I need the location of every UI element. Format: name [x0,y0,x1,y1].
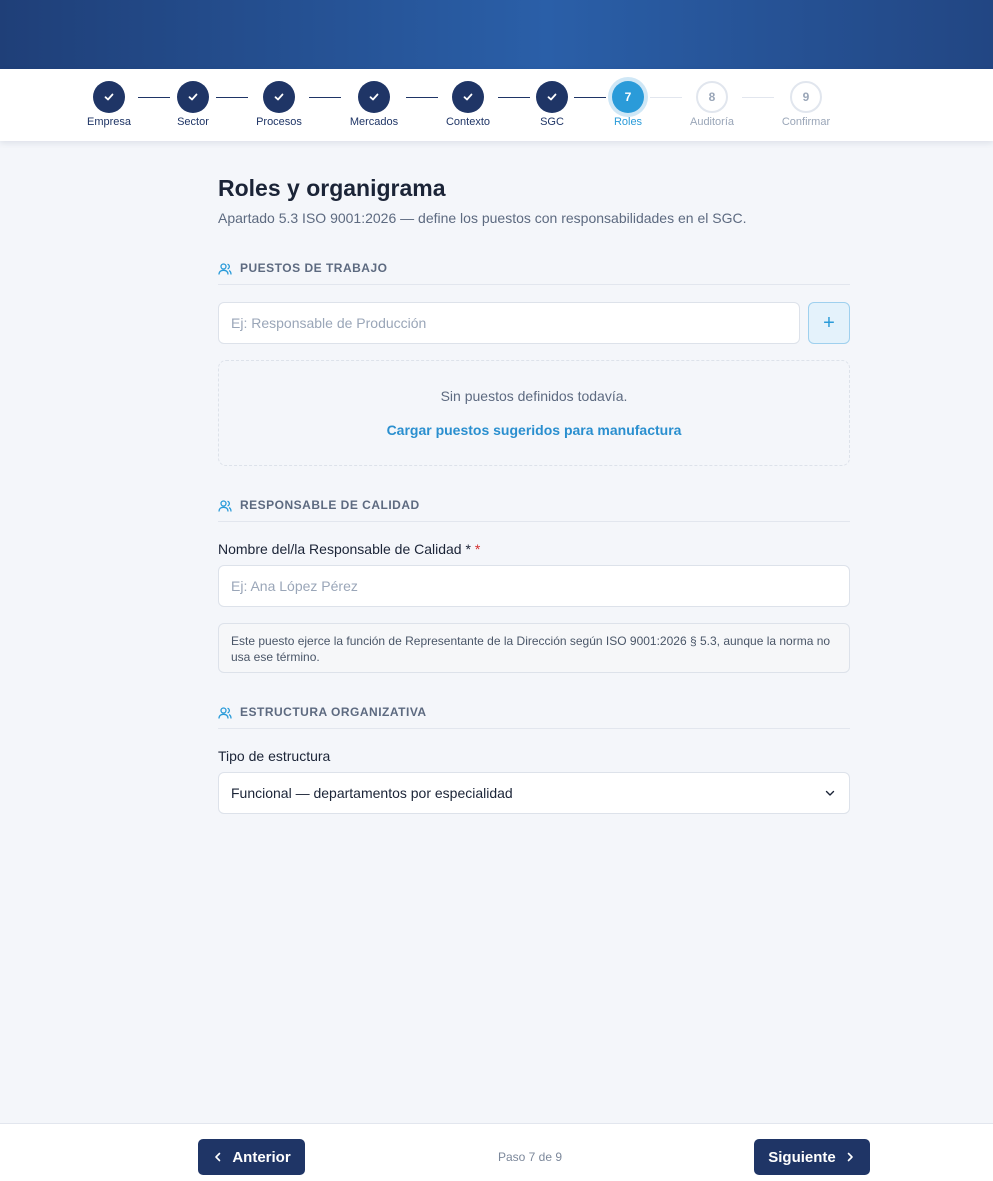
structure-section-header: ESTRUCTURA ORGANIZATIVA [218,705,850,729]
users-icon [218,263,232,275]
step-5-circle[interactable] [452,81,484,113]
check-icon [463,93,473,101]
step-2-circle[interactable] [177,81,209,113]
positions-section-header: PUESTOS DE TRABAJO [218,261,850,285]
users-icon [218,500,232,512]
step-7-label: Roles [613,116,643,128]
top-banner [0,0,993,69]
quality-manager-label-text: Nombre del/la Responsable de Calidad * [218,541,471,557]
step-7-circle[interactable]: 7 [612,81,644,113]
step-connector [309,97,341,98]
wizard-stepper: Empresa Sector Procesos Mercados Context… [0,69,993,141]
quality-section-header: RESPONSABLE DE CALIDAD [218,498,850,522]
positions-section-title: PUESTOS DE TRABAJO [240,261,388,275]
step-counter: Paso 7 de 9 [497,1150,563,1164]
quality-manager-note: Este puesto ejerce la función de Represe… [218,623,850,673]
structure-type-label: Tipo de estructura [218,748,331,764]
step-4-label: Mercados [349,116,399,128]
wizard-footer: Anterior Paso 7 de 9 Siguiente [0,1123,993,1181]
check-icon [188,93,198,101]
chevron-right-icon [847,1152,853,1162]
step-3-circle[interactable] [263,81,295,113]
load-suggested-positions-link[interactable]: Cargar puestos sugeridos para manufactur… [219,422,849,438]
step-connector [574,97,606,98]
check-icon [274,93,284,101]
chevron-down-icon [825,790,835,796]
step-1-label: Empresa [86,116,132,128]
step-8-circle: 8 [696,81,728,113]
previous-button-label: Anterior [232,1148,291,1166]
position-name-input[interactable] [218,302,800,344]
step-5-label: Contexto [445,116,491,128]
step-4-circle[interactable] [358,81,390,113]
quality-manager-input[interactable] [218,565,850,607]
next-button[interactable]: Siguiente [754,1139,870,1175]
step-connector [138,97,170,98]
quality-section-title: RESPONSABLE DE CALIDAD [240,498,420,512]
main-content: Roles y organigrama Apartado 5.3 ISO 900… [218,175,850,814]
quality-manager-label: Nombre del/la Responsable de Calidad * * [218,541,480,557]
step-1-circle[interactable] [93,81,125,113]
check-icon [104,93,114,101]
positions-empty-state: Sin puestos definidos todavía. Cargar pu… [218,360,850,466]
page-title: Roles y organigrama [218,175,446,201]
chevron-left-icon [215,1152,221,1162]
step-connector [650,97,682,98]
empty-state-text: Sin puestos definidos todavía. [440,388,628,404]
next-button-label: Siguiente [768,1148,836,1166]
structure-section-title: ESTRUCTURA ORGANIZATIVA [240,705,427,719]
step-9-circle: 9 [790,81,822,113]
step-connector [742,97,774,98]
step-9-label: Confirmar [781,116,831,128]
page-subtitle: Apartado 5.3 ISO 9001:2026 — define los … [218,210,747,226]
structure-type-value: Funcional — departamentos por especialid… [231,785,513,801]
step-3-label: Procesos [256,116,302,128]
users-icon [218,707,232,719]
step-connector [406,97,438,98]
check-icon [547,93,557,101]
step-2-label: Sector [177,116,209,128]
required-mark: * [474,541,481,557]
step-connector [216,97,248,98]
previous-button[interactable]: Anterior [198,1139,305,1175]
add-position-button[interactable]: + [808,302,850,344]
step-connector [498,97,530,98]
structure-type-select[interactable]: Funcional — departamentos por especialid… [218,772,850,814]
step-6-circle[interactable] [536,81,568,113]
step-8-label: Auditoría [689,116,735,128]
check-icon [369,93,379,101]
